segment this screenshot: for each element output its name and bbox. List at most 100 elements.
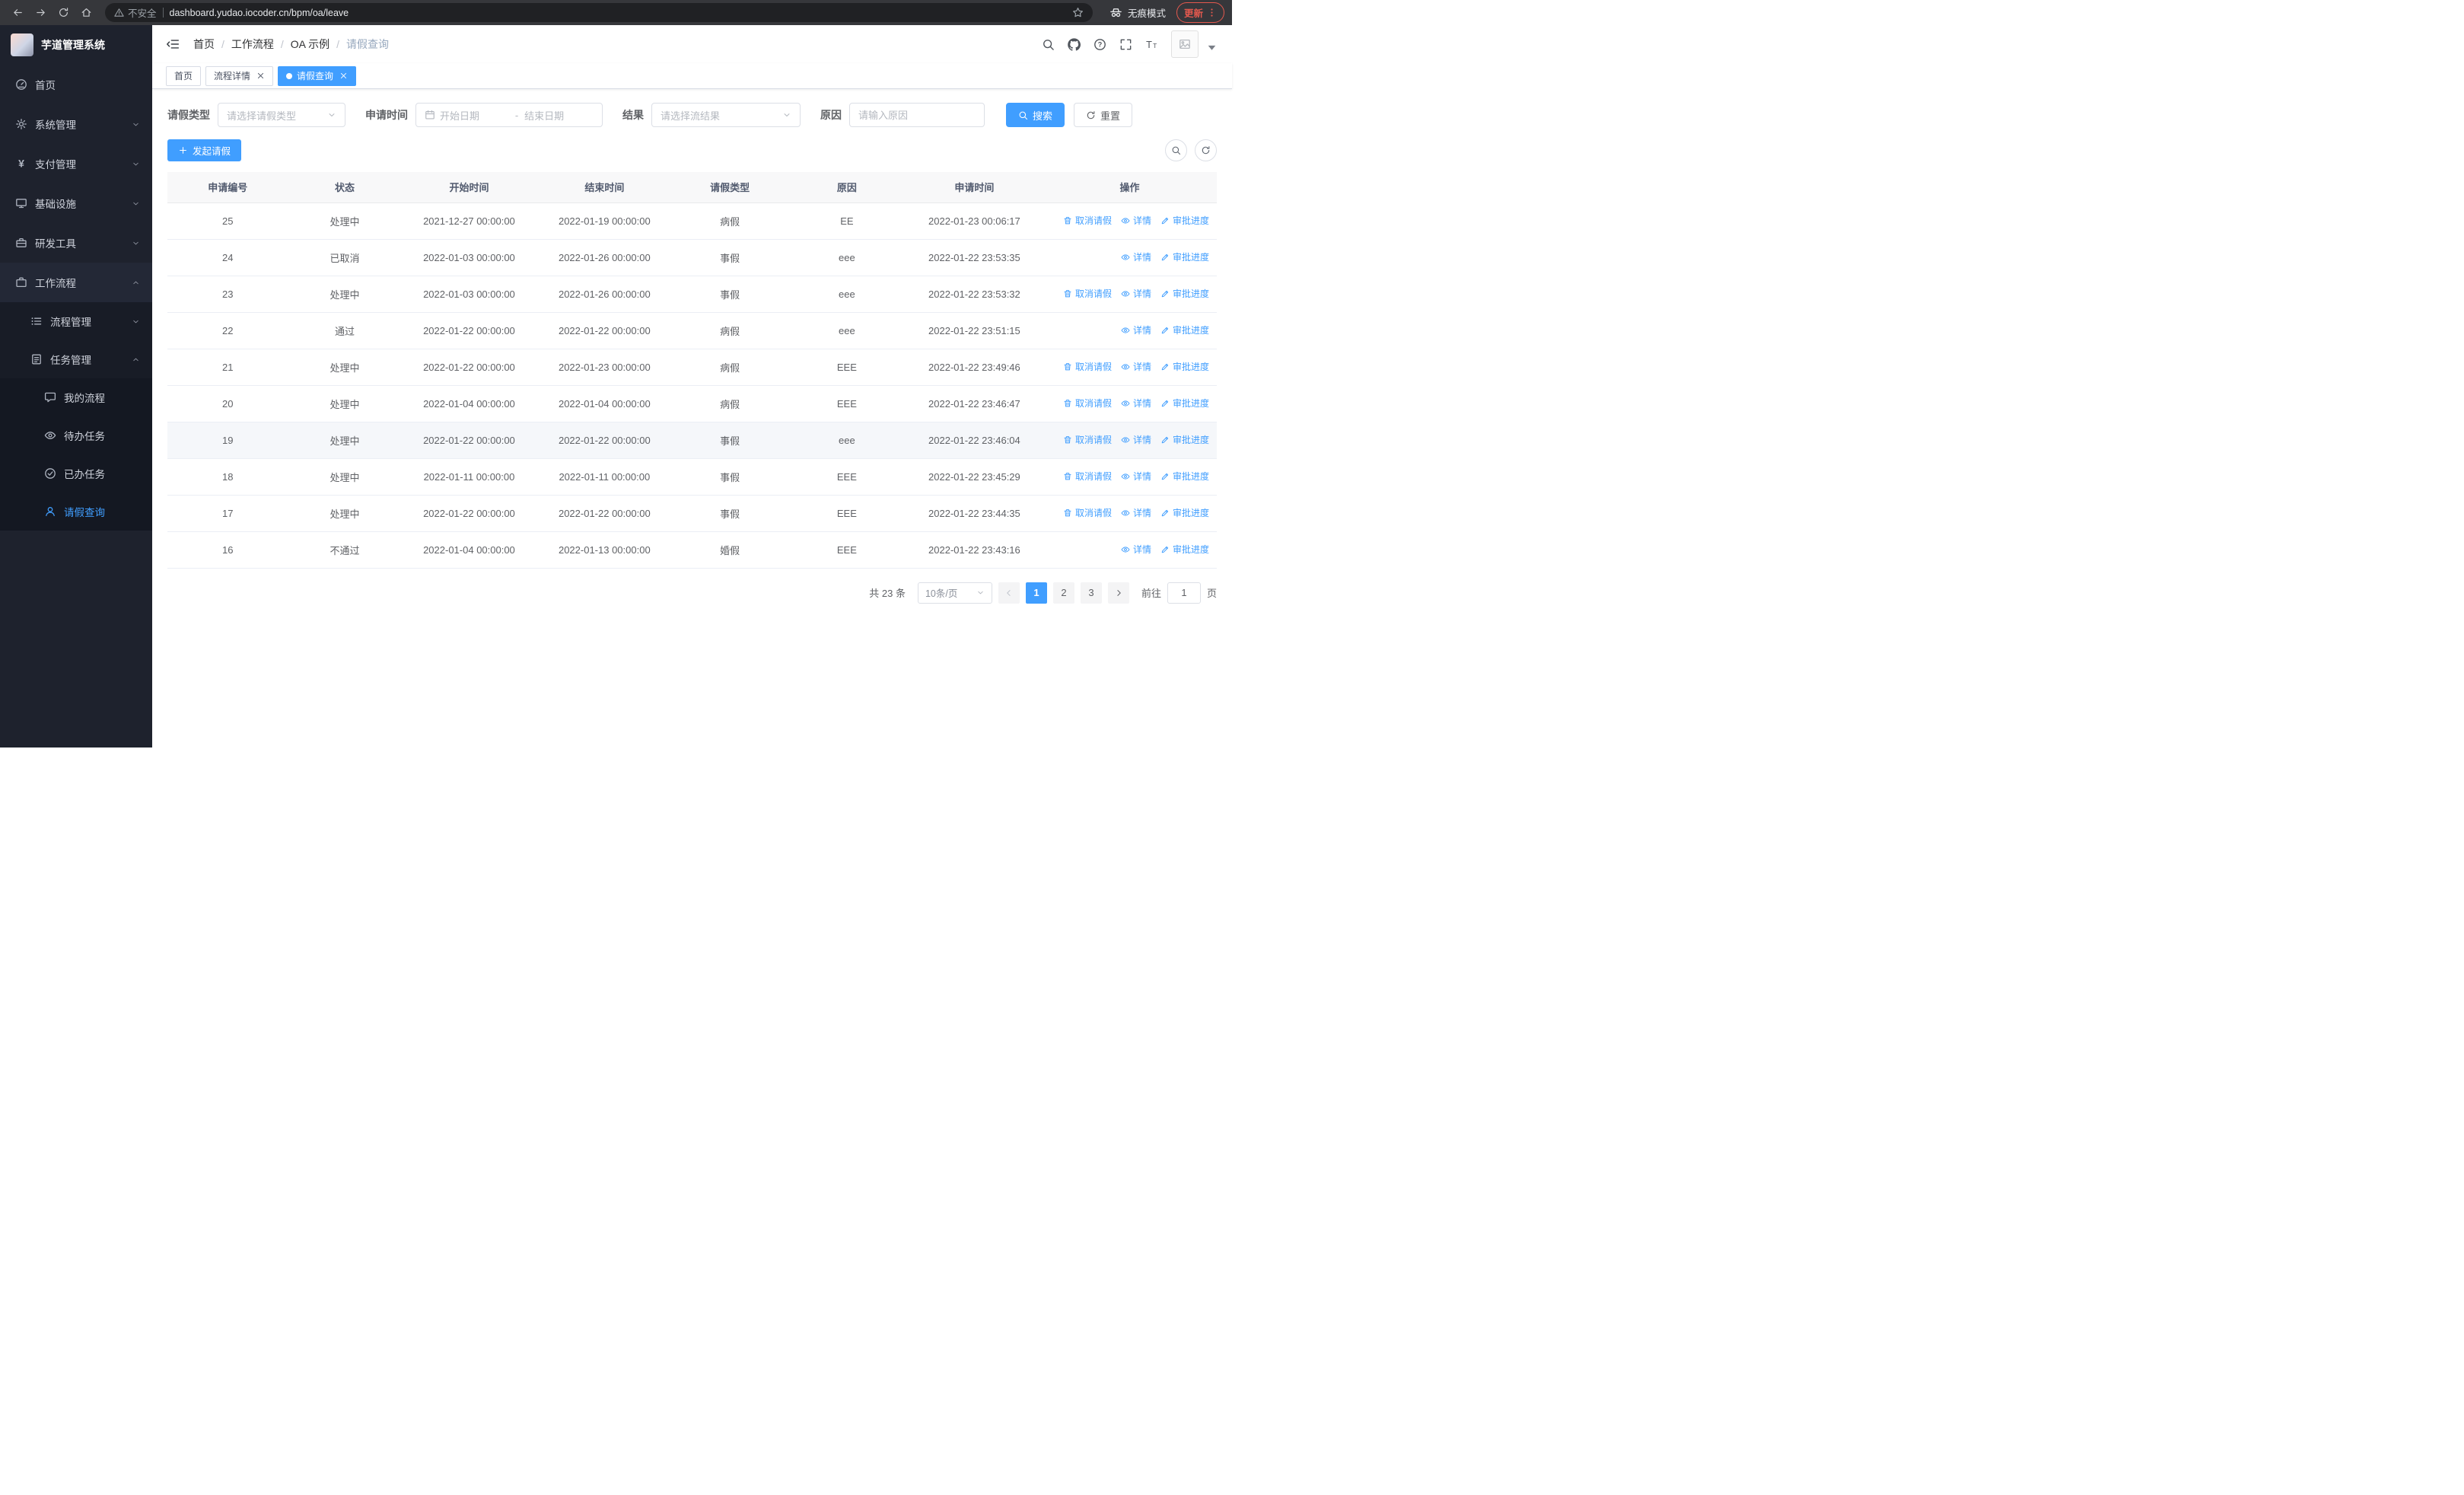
action-detail[interactable]: 详情: [1121, 250, 1151, 263]
result-select[interactable]: 请选择流结果: [651, 103, 801, 127]
cell-status: 通过: [288, 312, 402, 349]
logo-image: [11, 33, 33, 56]
security-warning[interactable]: 不安全: [114, 5, 157, 20]
eye-icon: [1121, 472, 1130, 481]
trash-icon: [1063, 362, 1072, 371]
search-button[interactable]: 搜索: [1006, 103, 1065, 127]
app-logo[interactable]: 芋道管理系统: [0, 25, 152, 65]
broken-image-icon: [1179, 38, 1191, 50]
reset-button[interactable]: 重置: [1074, 103, 1133, 127]
action-detail[interactable]: 详情: [1121, 470, 1151, 483]
user-menu-caret-icon[interactable]: [1205, 41, 1218, 54]
browser-update-button[interactable]: 更新: [1176, 2, 1224, 23]
action-progress[interactable]: 审批进度: [1160, 506, 1209, 519]
browser-forward-button[interactable]: [30, 3, 50, 23]
github-icon[interactable]: [1068, 37, 1081, 51]
reason-input[interactable]: [858, 109, 976, 121]
action-progress[interactable]: 审批进度: [1160, 397, 1209, 410]
refresh-table-button[interactable]: [1195, 139, 1217, 161]
action-detail[interactable]: 详情: [1121, 287, 1151, 300]
action-progress[interactable]: 审批进度: [1160, 250, 1209, 263]
sidebar-item-todo-tasks[interactable]: 待办任务: [0, 416, 152, 454]
breadcrumb-item[interactable]: 首页: [193, 37, 215, 52]
action-cancel[interactable]: 取消请假: [1063, 360, 1112, 373]
action-detail[interactable]: 详情: [1121, 433, 1151, 446]
browser-back-button[interactable]: [8, 3, 27, 23]
action-detail[interactable]: 详情: [1121, 360, 1151, 373]
address-bar[interactable]: 不安全 dashboard.yudao.iocoder.cn/bpm/oa/le…: [105, 3, 1093, 22]
sidebar-item-dev-tools[interactable]: 研发工具: [0, 223, 152, 263]
user-avatar[interactable]: [1171, 30, 1199, 58]
sidebar-item-leave-query[interactable]: 请假查询: [0, 492, 152, 531]
sidebar-item-task-management[interactable]: 任务管理: [0, 340, 152, 378]
action-cancel[interactable]: 取消请假: [1063, 287, 1112, 300]
action-cancel[interactable]: 取消请假: [1063, 470, 1112, 483]
cell-actions: 详情 审批进度: [1043, 531, 1217, 569]
action-progress[interactable]: 审批进度: [1160, 433, 1209, 446]
action-cancel[interactable]: 取消请假: [1063, 433, 1112, 446]
action-progress[interactable]: 审批进度: [1160, 214, 1209, 227]
sidebar-item-home[interactable]: 首页: [0, 65, 152, 104]
browser-menu-icon[interactable]: [1207, 8, 1217, 18]
page-button-2[interactable]: 2: [1052, 582, 1074, 604]
action-detail[interactable]: 详情: [1121, 214, 1151, 227]
sidebar-item-label: 基础设施: [35, 199, 76, 210]
action-progress[interactable]: 审批进度: [1160, 360, 1209, 373]
page-size-select[interactable]: 10条/页: [917, 582, 992, 604]
apply-time-range-picker[interactable]: 开始日期 - 结束日期: [415, 103, 603, 127]
action-cancel[interactable]: 取消请假: [1063, 214, 1112, 227]
next-page-button[interactable]: [1107, 582, 1129, 604]
page-button-1[interactable]: 1: [1025, 582, 1047, 604]
incognito-icon: [1109, 6, 1122, 19]
browser-home-button[interactable]: [76, 3, 96, 23]
close-icon[interactable]: [256, 72, 265, 80]
breadcrumb-item[interactable]: 工作流程: [231, 37, 274, 52]
cell-reason: EEE: [787, 458, 906, 496]
cell-actions: 取消请假 详情 审批进度: [1043, 349, 1217, 386]
header-search-icon[interactable]: [1042, 38, 1055, 51]
tab[interactable]: 首页: [166, 65, 202, 86]
action-cancel[interactable]: 取消请假: [1063, 506, 1112, 519]
sidebar-collapse-button[interactable]: [166, 37, 180, 51]
browser-reload-button[interactable]: [53, 3, 73, 23]
tab[interactable]: 请假查询: [278, 65, 357, 86]
action-detail[interactable]: 详情: [1121, 543, 1151, 556]
font-size-icon[interactable]: TT: [1145, 38, 1158, 51]
action-progress[interactable]: 审批进度: [1160, 470, 1209, 483]
action-progress[interactable]: 审批进度: [1160, 543, 1209, 556]
leave-type-select[interactable]: 请选择请假类型: [218, 103, 345, 127]
prev-page-button[interactable]: [998, 582, 1020, 604]
fullscreen-icon[interactable]: [1119, 38, 1132, 51]
action-label: 取消请假: [1074, 215, 1112, 227]
cell-start: 2022-01-04 00:00:00: [401, 531, 537, 569]
cell-actions: 详情 审批进度: [1043, 239, 1217, 276]
action-detail[interactable]: 详情: [1121, 324, 1151, 336]
action-progress[interactable]: 审批进度: [1160, 324, 1209, 336]
help-icon[interactable]: ?: [1094, 38, 1106, 51]
action-detail[interactable]: 详情: [1121, 506, 1151, 519]
cell-actions: 取消请假 详情 审批进度: [1043, 458, 1217, 496]
close-icon[interactable]: [339, 72, 348, 80]
action-detail[interactable]: 详情: [1121, 397, 1151, 410]
goto-page-input[interactable]: [1167, 582, 1201, 604]
breadcrumb-item[interactable]: OA 示例: [291, 37, 329, 52]
create-leave-button[interactable]: 发起请假: [167, 139, 242, 161]
toggle-search-button[interactable]: [1165, 139, 1187, 161]
sidebar-item-workflow[interactable]: 工作流程: [0, 263, 152, 302]
sidebar-item-system-management[interactable]: 系统管理: [0, 104, 152, 144]
sidebar-item-payment-management[interactable]: ¥ 支付管理: [0, 144, 152, 183]
sidebar-item-done-tasks[interactable]: 已办任务: [0, 454, 152, 492]
breadcrumb-item: 请假查询: [346, 38, 390, 50]
action-label: 审批进度: [1172, 288, 1209, 300]
action-progress[interactable]: 审批进度: [1160, 287, 1209, 300]
action-cancel[interactable]: 取消请假: [1063, 397, 1112, 410]
tab[interactable]: 流程详情: [205, 65, 274, 86]
sidebar-item-my-process[interactable]: 我的流程: [0, 378, 152, 416]
action-label: 审批进度: [1172, 435, 1209, 446]
sidebar-item-process-management[interactable]: 流程管理: [0, 302, 152, 340]
cell-id: 19: [167, 422, 288, 459]
sidebar-item-infrastructure[interactable]: 基础设施: [0, 183, 152, 223]
bookmark-star-icon[interactable]: [1072, 7, 1084, 18]
page-button-3[interactable]: 3: [1080, 582, 1102, 604]
eye-icon: [1121, 326, 1130, 335]
